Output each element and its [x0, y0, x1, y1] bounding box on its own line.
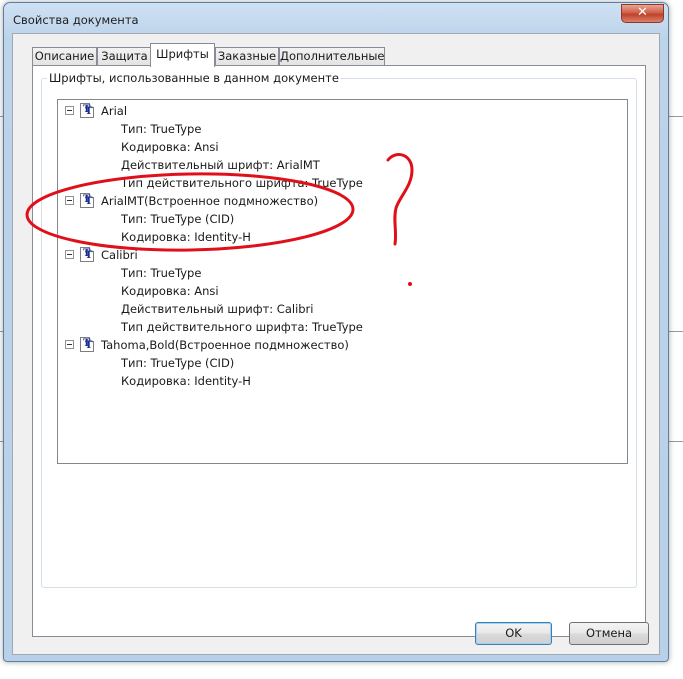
close-icon: ✕	[637, 5, 648, 20]
truetype-font-icon: TT	[80, 193, 94, 208]
font-property: Кодировка: Identity-H	[121, 230, 251, 244]
fonts-group-label: Шрифты, использованные в данном документ…	[47, 71, 341, 85]
font-property: Действительный шрифт: ArialMT	[121, 158, 320, 172]
font-name: Calibri	[101, 248, 138, 262]
tab-fonts[interactable]: Шрифты	[150, 43, 215, 67]
tab-custom[interactable]: Заказные	[215, 47, 279, 65]
fonts-tree[interactable]: TT Arial Тип: TrueType Кодировка: Ansi Д…	[57, 99, 628, 464]
font-property: Тип действительного шрифта: TrueType	[121, 320, 363, 334]
font-name: Tahoma,Bold(Встроенное подмножество)	[101, 338, 349, 352]
truetype-font-icon: TT	[80, 247, 94, 262]
font-property: Тип: TrueType	[121, 122, 202, 136]
cancel-button[interactable]: Отмена	[569, 622, 649, 645]
tab-advanced[interactable]: Дополнительные	[279, 47, 385, 65]
font-name: ArialMT(Встроенное подмножество)	[101, 194, 319, 208]
window-title: Свойства документа	[13, 13, 139, 27]
fonts-groupbox: Шрифты, использованные в данном документ…	[41, 71, 637, 588]
dialog-client-area: Описание Защита Шрифты Заказные Дополнит…	[12, 33, 660, 655]
font-property: Кодировка: Identity-H	[121, 374, 251, 388]
tab-security[interactable]: Защита	[97, 47, 152, 65]
font-name: Arial	[101, 104, 128, 118]
collapse-minus-icon[interactable]	[65, 250, 74, 259]
font-property: Тип: TrueType	[121, 266, 202, 280]
close-button[interactable]: ✕	[621, 4, 664, 23]
font-property: Тип: TrueType (CID)	[121, 212, 235, 226]
font-property: Кодировка: Ansi	[121, 140, 219, 154]
document-properties-dialog: Свойства документа ✕ Описание Защита Шри…	[3, 2, 669, 662]
font-property: Тип: TrueType (CID)	[121, 356, 235, 370]
collapse-minus-icon[interactable]	[65, 340, 74, 349]
font-property: Кодировка: Ansi	[121, 284, 219, 298]
truetype-font-icon: TT	[80, 337, 94, 352]
tab-description[interactable]: Описание	[32, 47, 97, 65]
font-property: Тип действительного шрифта: TrueType	[121, 176, 363, 190]
collapse-minus-icon[interactable]	[65, 196, 74, 205]
collapse-minus-icon[interactable]	[65, 106, 74, 115]
truetype-font-icon: TT	[80, 103, 94, 118]
ok-button[interactable]: OK	[475, 622, 552, 645]
font-property: Действительный шрифт: Calibri	[121, 302, 314, 316]
fonts-tab-panel: Шрифты, использованные в данном документ…	[32, 65, 646, 637]
title-bar[interactable]: Свойства документа ✕	[4, 3, 668, 33]
